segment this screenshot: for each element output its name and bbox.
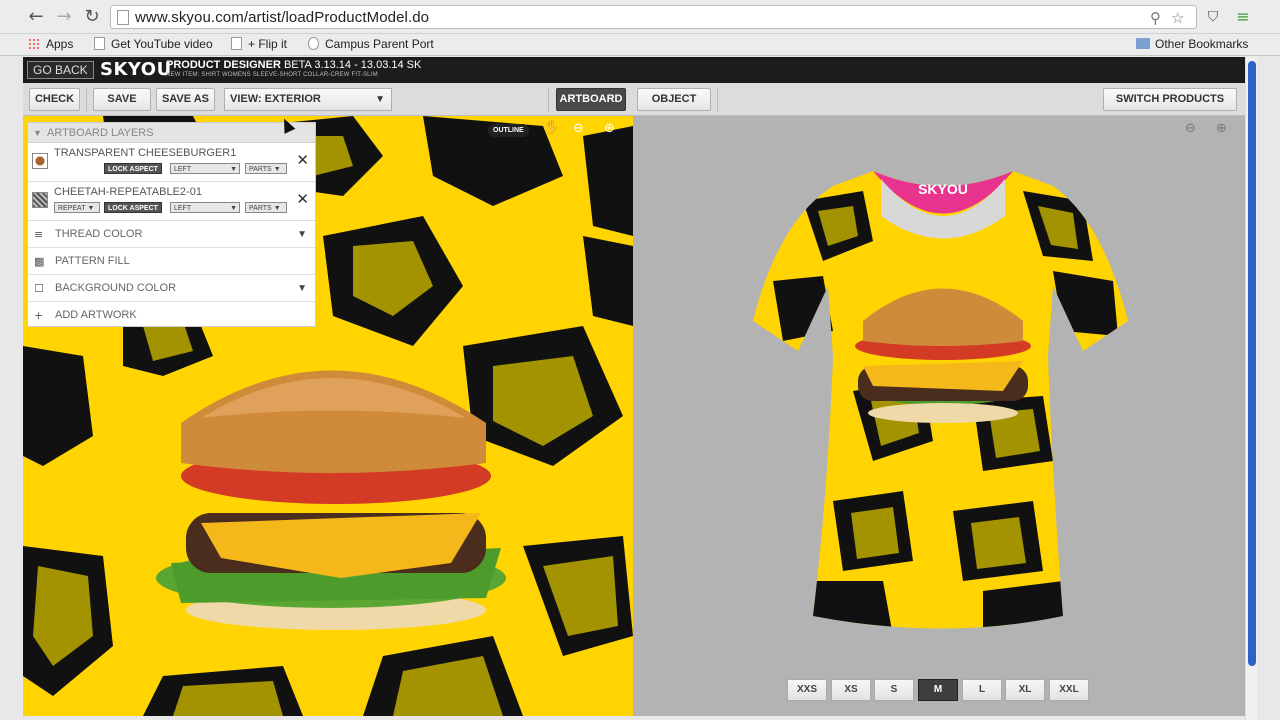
view-select[interactable]: VIEW: EXTERIOR ▼ <box>224 88 392 111</box>
size-xl[interactable]: XL <box>1005 679 1045 701</box>
layer-row[interactable]: CHEETAH-REPEATABLE2-01 REPEAT ▼ LOCK ASPE… <box>28 182 315 221</box>
size-xxs[interactable]: XXS <box>787 679 827 701</box>
browser-toolbar: ← → ↻ www.skyou.com/artist/loadProductMo… <box>0 0 1280 34</box>
globe-icon <box>308 37 319 50</box>
lines-icon: ≡ <box>34 228 44 241</box>
app-header: GO BACK SKYOU PRODUCT DESIGNER BETA 3.13… <box>23 57 1245 83</box>
layer-name: TRANSPARENT CHEESEBURGER1 <box>54 147 237 159</box>
pattern-icon: ▩ <box>34 255 45 268</box>
size-xxl[interactable]: XXL <box>1049 679 1089 701</box>
background-color-option[interactable]: ☐ BACKGROUND COLOR ▼ <box>28 275 315 302</box>
page-icon <box>117 10 129 25</box>
toolbar-divider <box>548 87 549 112</box>
chevron-down-icon: ▼ <box>297 283 307 294</box>
plus-icon: + <box>34 309 44 322</box>
neck-label: SKYOU <box>918 181 968 197</box>
folder-icon <box>1136 38 1150 49</box>
star-icon[interactable]: ☆ <box>1171 9 1184 27</box>
bookmark-apps[interactable]: Apps <box>28 37 73 51</box>
layers-panel-header[interactable]: ▼ ARTBOARD LAYERS <box>28 123 315 143</box>
url-text: www.skyou.com/artist/loadProductModel.do <box>135 9 430 26</box>
zoom-in-icon[interactable]: ⊕ <box>1216 121 1227 136</box>
object-button[interactable]: OBJECT <box>637 88 711 111</box>
go-back-button[interactable]: GO BACK <box>27 61 94 79</box>
switch-products-button[interactable]: SWITCH PRODUCTS <box>1103 88 1237 111</box>
address-bar[interactable]: www.skyou.com/artist/loadProductModel.do… <box>110 5 1197 29</box>
page-icon <box>94 37 105 50</box>
layer-thumbnail <box>32 153 48 169</box>
bookmark-flip-it[interactable]: + Flip it <box>231 37 287 51</box>
chevron-down-icon: ▼ <box>230 205 237 212</box>
tshirt-preview[interactable]: SKYOU <box>753 161 1133 636</box>
repeat-select[interactable]: REPEAT ▼ <box>54 202 100 213</box>
artboard-button[interactable]: ARTBOARD <box>556 88 626 111</box>
pattern-fill-option[interactable]: ▩ PATTERN FILL <box>28 248 315 275</box>
thread-color-option[interactable]: ≡ THREAD COLOR ▼ <box>28 221 315 248</box>
size-m[interactable]: M <box>918 679 958 701</box>
save-as-button[interactable]: SAVE AS <box>156 88 215 111</box>
save-button[interactable]: SAVE <box>93 88 151 111</box>
outline-toggle[interactable]: OUTLINE <box>488 124 529 137</box>
align-select[interactable]: LEFT ▼ <box>170 163 240 174</box>
layer-row[interactable]: TRANSPARENT CHEESEBURGER1 LOCK ASPECT LE… <box>28 143 315 182</box>
toolbar-divider <box>717 87 718 112</box>
layer-name: CHEETAH-REPEATABLE2-01 <box>54 186 202 198</box>
toolbar-divider <box>86 87 87 112</box>
forward-arrow-icon[interactable]: → <box>54 7 74 27</box>
collapse-triangle-icon: ▼ <box>33 128 42 138</box>
size-l[interactable]: L <box>962 679 1002 701</box>
close-icon[interactable]: ✕ <box>296 190 309 208</box>
bookmarks-bar: Apps Get YouTube video + Flip it Campus … <box>0 34 1280 56</box>
menu-icon[interactable]: ≡ <box>1233 7 1253 27</box>
reload-icon[interactable]: ↻ <box>82 7 102 27</box>
layer-thumbnail <box>32 192 48 208</box>
extension-icon[interactable]: ⛉ <box>1203 7 1223 27</box>
cheeseburger-artwork[interactable] <box>141 348 526 638</box>
chevron-down-icon: ▼ <box>273 166 281 173</box>
chevron-down-icon: ▼ <box>375 94 385 105</box>
search-icon[interactable]: ⚲ <box>1150 9 1161 27</box>
zoom-out-icon[interactable]: ⊖ <box>1185 121 1196 136</box>
product-preview: SKYOU <box>633 116 1245 716</box>
page-icon <box>231 37 242 50</box>
other-bookmarks[interactable]: Other Bookmarks <box>1136 37 1248 51</box>
artboard-layers-panel: ▼ ARTBOARD LAYERS TRANSPARENT CHEESEBURGE… <box>27 122 316 327</box>
parts-select[interactable]: PARTS ▼ <box>245 163 287 174</box>
back-arrow-icon[interactable]: ← <box>26 7 46 27</box>
scrollbar-thumb[interactable] <box>1248 61 1256 666</box>
bookmark-campus[interactable]: Campus Parent Port <box>308 37 434 51</box>
skyou-logo: SKYOU <box>100 59 172 80</box>
lock-aspect-toggle[interactable]: LOCK ASPECT <box>104 202 162 213</box>
product-subtitle: NEW ITEM: SHIRT WOMENS SLEEVE-SHORT COLL… <box>166 72 378 78</box>
chevron-down-icon: ▼ <box>273 205 281 212</box>
align-select[interactable]: LEFT ▼ <box>170 202 240 213</box>
chevron-down-icon: ▼ <box>297 229 307 240</box>
size-s[interactable]: S <box>874 679 914 701</box>
bookmark-youtube[interactable]: Get YouTube video <box>94 37 213 51</box>
parts-select[interactable]: PARTS ▼ <box>245 202 287 213</box>
size-xs[interactable]: XS <box>831 679 871 701</box>
lock-aspect-toggle[interactable]: LOCK ASPECT <box>104 163 162 174</box>
hand-icon[interactable]: ✋ <box>543 120 559 135</box>
close-icon[interactable]: ✕ <box>296 151 309 169</box>
chevron-down-icon: ▼ <box>87 205 95 212</box>
zoom-in-icon[interactable]: ⊕ <box>604 121 615 136</box>
chevron-down-icon: ▼ <box>230 166 237 173</box>
designer-toolbar: CHECK SAVE SAVE AS VIEW: EXTERIOR ▼ ARTBO… <box>23 83 1245 116</box>
check-button[interactable]: CHECK <box>29 88 80 111</box>
square-icon: ☐ <box>34 282 44 295</box>
zoom-out-icon[interactable]: ⊖ <box>573 121 584 136</box>
page-scrollbar[interactable] <box>1245 57 1257 720</box>
add-artwork-option[interactable]: + ADD ARTWORK <box>28 302 315 329</box>
product-designer-title: PRODUCT DESIGNER BETA 3.13.14 - 13.03.14… <box>166 59 422 71</box>
apps-grid-icon <box>28 38 40 50</box>
